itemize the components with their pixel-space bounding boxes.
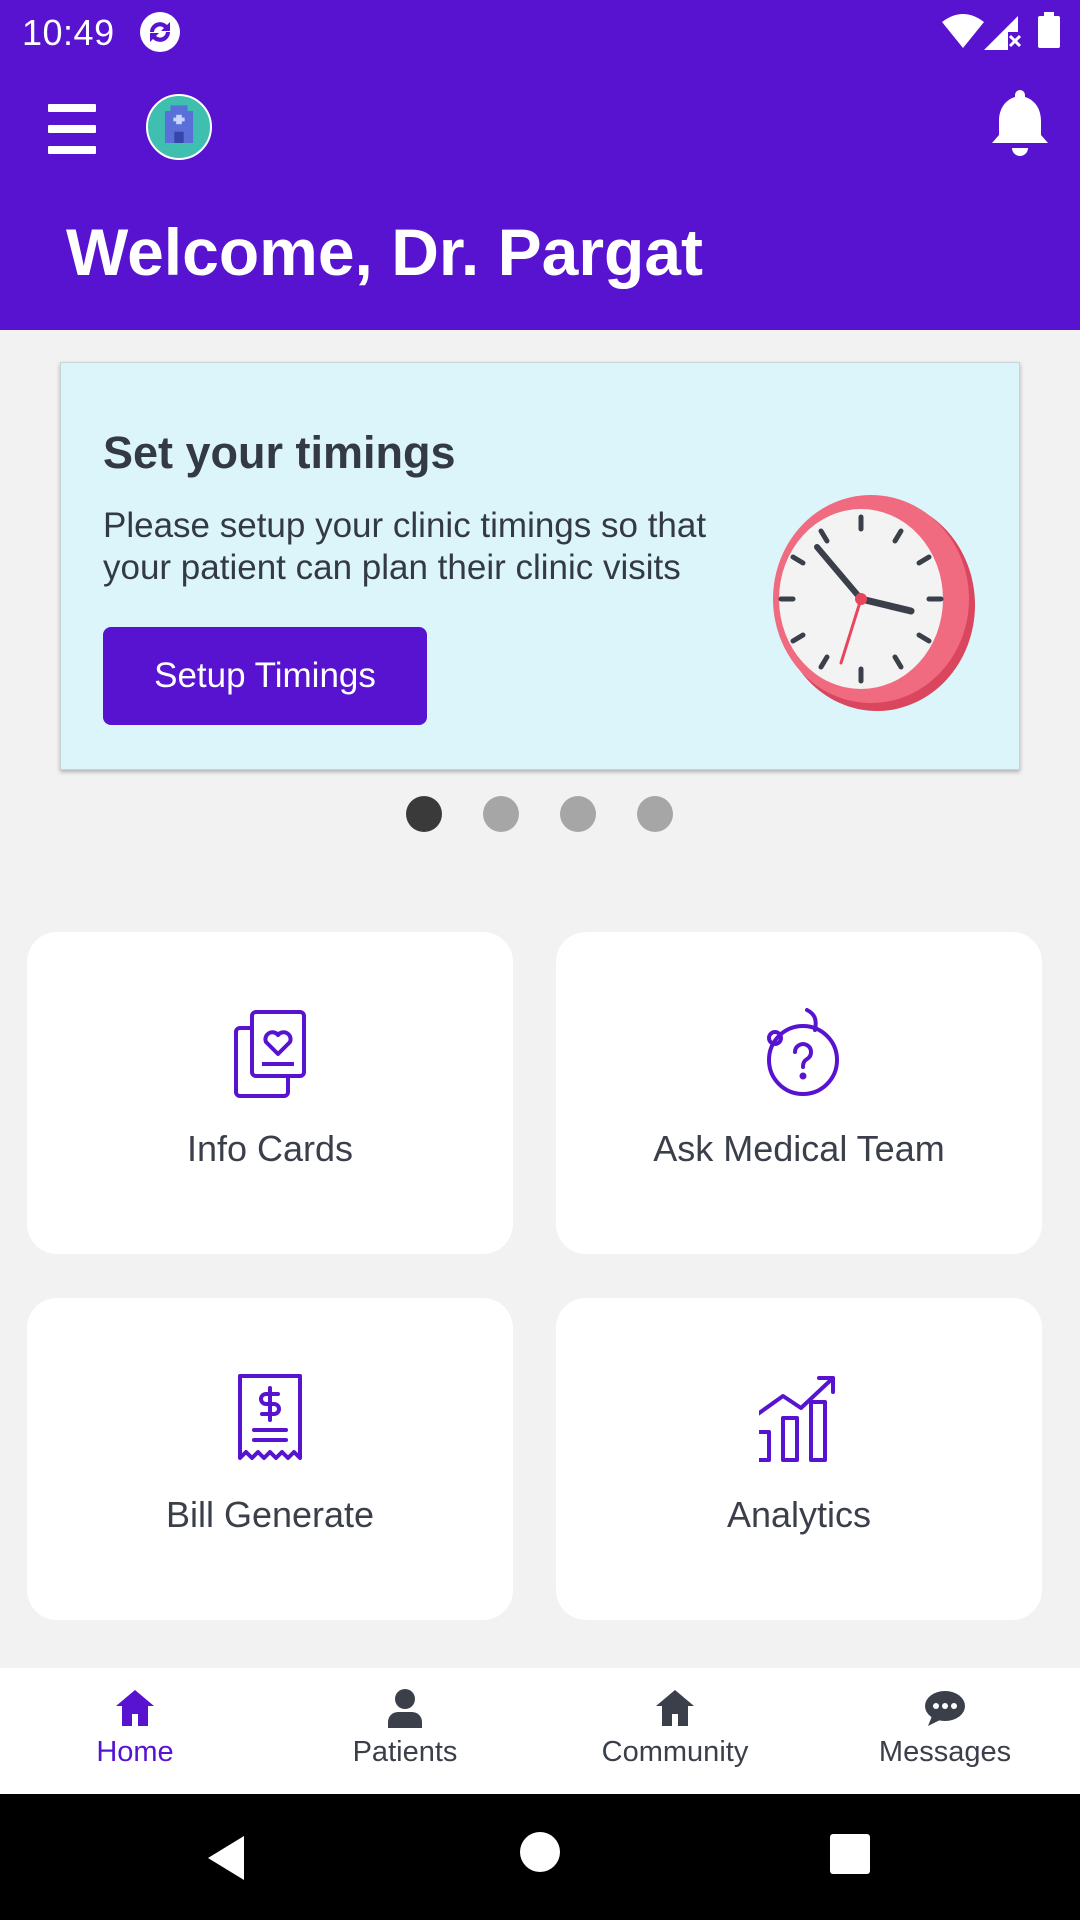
tile-label: Analytics [726, 1494, 872, 1535]
timings-banner: Set your timings Please setup your clini… [60, 362, 1020, 770]
nav-item-home[interactable]: Home [0, 1668, 270, 1794]
banner-title: Set your timings [103, 427, 456, 478]
pager-dot-2[interactable] [483, 796, 519, 832]
bill-generate-tile[interactable]: Bill Generate [27, 1298, 513, 1620]
home-button-icon[interactable] [520, 1832, 560, 1872]
nav-label: Messages [878, 1736, 1012, 1768]
banner-text: Please setup your clinic timings so that… [103, 506, 707, 587]
info-cards-icon [234, 1010, 306, 1098]
tile-label: Info Cards [186, 1128, 354, 1169]
chat-bubble-icon [925, 1691, 965, 1726]
nav-label: Community [601, 1736, 749, 1768]
back-icon[interactable] [204, 1834, 250, 1882]
home-icon [116, 1690, 154, 1726]
setup-timings-button[interactable]: Setup Timings [103, 627, 427, 725]
app-sync-icon [140, 12, 180, 52]
hamburger-menu-icon[interactable] [48, 104, 96, 154]
recent-apps-icon[interactable] [830, 1834, 870, 1874]
bell-icon[interactable] [988, 86, 1052, 158]
tile-label: Ask Medical Team [653, 1128, 945, 1169]
analytics-tile[interactable]: Analytics [556, 1298, 1042, 1620]
nav-label: Home [96, 1736, 174, 1768]
system-navigation-bar [0, 1794, 1080, 1920]
ask-medical-team-tile[interactable]: Ask Medical Team [556, 932, 1042, 1254]
bill-receipt-icon [238, 1374, 302, 1460]
nav-item-community[interactable]: Community [540, 1668, 810, 1794]
tile-label: Bill Generate [165, 1494, 375, 1535]
battery-icon [1038, 12, 1060, 48]
status-time: 10:49 [22, 12, 115, 53]
nav-item-patients[interactable]: Patients [270, 1668, 540, 1794]
wifi-icon [942, 14, 984, 48]
bottom-navigation: Home Patients Community Messages [0, 1668, 1080, 1794]
stethoscope-question-icon [767, 1008, 839, 1096]
avatar[interactable] [146, 94, 212, 160]
analytics-chart-icon [759, 1376, 835, 1462]
nav-label: Patients [352, 1736, 458, 1768]
signal-icon [984, 16, 1022, 50]
clinic-building-icon [164, 105, 194, 143]
status-bar: 10:49 [0, 0, 1080, 64]
welcome-title: Welcome, Dr. Pargat [66, 215, 704, 289]
banner-pager [0, 796, 1080, 832]
person-icon [388, 1689, 422, 1728]
clock-icon [773, 495, 975, 711]
info-cards-tile[interactable]: Info Cards [27, 932, 513, 1254]
home-icon [656, 1690, 694, 1726]
pager-dot-1[interactable] [406, 796, 442, 832]
pager-dot-4[interactable] [637, 796, 673, 832]
nav-item-messages[interactable]: Messages [810, 1668, 1080, 1794]
pager-dot-3[interactable] [560, 796, 596, 832]
